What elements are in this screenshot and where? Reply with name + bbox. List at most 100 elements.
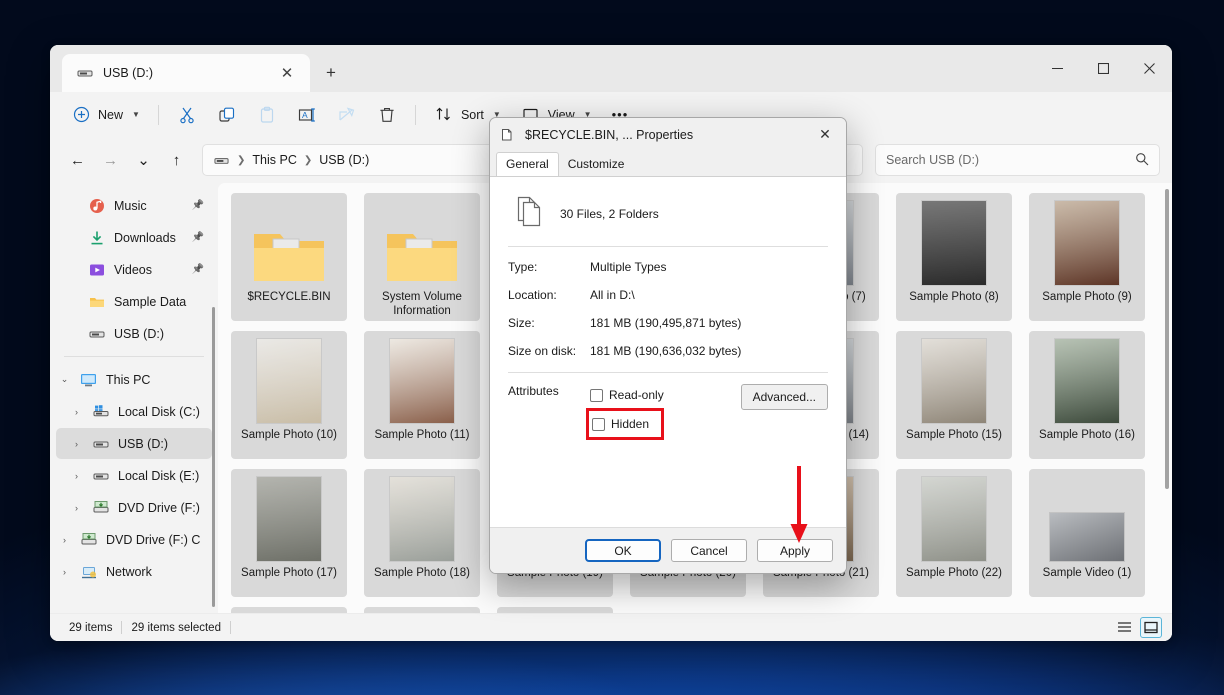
expand-arrow-icon[interactable]: › [58, 535, 71, 545]
hidden-label: Hidden [611, 417, 650, 431]
thumbnail-view-icon[interactable] [1140, 617, 1162, 638]
breadcrumb-this-pc[interactable]: This PC [252, 153, 296, 167]
expand-arrow-icon[interactable]: › [70, 407, 83, 417]
sidebar-item-dvd-drive-f[interactable]: › DVD Drive (F:) [56, 492, 212, 523]
sidebar-item-music[interactable]: Music 📌 [56, 190, 212, 221]
forward-button[interactable]: → [95, 145, 126, 176]
new-tab-icon[interactable]: + [318, 60, 344, 86]
up-button[interactable]: ↑ [161, 145, 192, 176]
sidebar-item-downloads[interactable]: Downloads 📌 [56, 222, 212, 253]
search-placeholder: Search USB (D:) [886, 153, 980, 167]
readonly-checkbox[interactable] [590, 388, 603, 402]
readonly-checkbox-row[interactable]: Read-only [590, 384, 664, 406]
close-tab-icon[interactable]: ✕ [274, 60, 300, 86]
breadcrumb-usb-d[interactable]: USB (D:) [319, 153, 369, 167]
photo-thumbnail [1054, 200, 1120, 286]
expand-arrow-icon[interactable]: › [58, 567, 71, 577]
minimize-icon[interactable] [1034, 45, 1080, 92]
file-item[interactable]: Sample Photo (22) [896, 469, 1012, 597]
file-item[interactable]: Sample Video (7) [497, 607, 613, 613]
sidebar-item-local-disk-e[interactable]: › Local Disk (E:) [56, 460, 212, 491]
sidebar-item-usb-d[interactable]: USB (D:) [56, 318, 212, 349]
file-thumbnail [250, 198, 328, 286]
delete-button[interactable] [368, 99, 406, 131]
paste-button[interactable] [248, 99, 286, 131]
file-name-label: Sample Photo (18) [374, 567, 470, 579]
content-scrollbar[interactable] [1165, 189, 1169, 489]
file-item[interactable]: Sample Photo (9) [1029, 193, 1145, 321]
advanced-button[interactable]: Advanced... [740, 384, 828, 410]
dialog-tabs: General Customize [490, 151, 846, 177]
file-item[interactable]: Sample Video (1) [1029, 469, 1145, 597]
copy-button[interactable] [208, 99, 246, 131]
file-thumbnail [250, 474, 328, 562]
sidebar-item-videos[interactable]: Videos 📌 [56, 254, 212, 285]
sidebar-item-sample-data[interactable]: Sample Data [56, 286, 212, 317]
expand-arrow-icon[interactable]: ⌄ [58, 374, 71, 385]
tab-usb-d[interactable]: USB (D:) ✕ [62, 54, 310, 92]
sidebar-item-local-disk-c[interactable]: › Local Disk (C:) [56, 396, 212, 427]
pin-icon[interactable]: 📌 [192, 200, 204, 211]
cancel-button[interactable]: Cancel [671, 539, 747, 562]
breadcrumb-separator: ❯ [237, 154, 246, 166]
type-label: Type: [508, 260, 538, 274]
pin-icon[interactable]: 📌 [192, 264, 204, 275]
multiple-files-large-icon [516, 195, 544, 232]
quick-access-list: Music 📌 Downloads 📌 Videos 📌 Sample Data USB (D… [54, 190, 218, 349]
expand-arrow-icon[interactable]: › [70, 471, 83, 481]
file-name-label: Sample Photo (16) [1039, 429, 1135, 441]
file-item[interactable]: Sample Photo (17) [231, 469, 347, 597]
maximize-icon[interactable] [1080, 45, 1126, 92]
photo-thumbnail [921, 338, 987, 424]
toolbar-divider [157, 104, 159, 125]
usb-drive-icon [213, 152, 230, 169]
hidden-checkbox-row[interactable]: Hidden [592, 413, 649, 435]
search-input[interactable]: Search USB (D:) [875, 144, 1160, 176]
back-button[interactable]: ← [62, 145, 93, 176]
recent-locations-button[interactable]: ⌄ [128, 145, 159, 176]
sidebar-item-label: Sample Data [114, 294, 187, 309]
file-thumbnail [383, 474, 461, 562]
file-item[interactable]: Sample Video (6) [364, 607, 480, 613]
details-view-icon[interactable] [1113, 617, 1135, 638]
expand-arrow-icon[interactable]: › [70, 439, 83, 449]
close-window-icon[interactable] [1126, 45, 1172, 92]
file-item[interactable]: Sample Photo (10) [231, 331, 347, 459]
hidden-checkbox[interactable] [592, 417, 605, 431]
sidebar-item-label: This PC [106, 372, 151, 387]
file-item[interactable]: Sample Photo (8) [896, 193, 1012, 321]
sidebar-divider [64, 356, 204, 357]
file-item[interactable]: Sample Photo (15) [896, 331, 1012, 459]
file-item[interactable]: Sample Video (5) [231, 607, 347, 613]
sidebar-item-this-pc[interactable]: ⌄ This PC [56, 364, 212, 395]
sidebar-item-dvd-drive-f-c[interactable]: › DVD Drive (F:) C [56, 524, 212, 555]
dialog-close-icon[interactable]: ✕ [810, 122, 840, 148]
network-icon [80, 563, 97, 580]
file-item[interactable]: Sample Photo (18) [364, 469, 480, 597]
file-item[interactable]: Sample Photo (16) [1029, 331, 1145, 459]
rename-button[interactable]: A [288, 99, 326, 131]
file-item[interactable]: System Volume Information [364, 193, 480, 321]
sidebar-item-network[interactable]: › Network [56, 556, 212, 587]
ok-button[interactable]: OK [585, 539, 661, 562]
new-button[interactable]: New ▼ [62, 99, 149, 131]
file-name-label: Sample Video (1) [1042, 567, 1132, 579]
expand-arrow-icon[interactable]: › [70, 503, 83, 513]
multiple-files-icon [500, 126, 517, 143]
file-name-label: Sample Photo (8) [909, 291, 999, 303]
tab-customize[interactable]: Customize [559, 153, 634, 176]
music-icon [88, 197, 105, 214]
window-controls [1034, 45, 1172, 92]
share-button[interactable] [328, 99, 366, 131]
file-item[interactable]: Sample Photo (11) [364, 331, 480, 459]
sidebar-item-usb-d[interactable]: › USB (D:) [56, 428, 212, 459]
apply-button[interactable]: Apply [757, 539, 833, 562]
photo-thumbnail [256, 476, 322, 562]
file-item[interactable]: $RECYCLE.BIN [231, 193, 347, 321]
this-pc-tree: ⌄ This PC › Local Disk (C:) › USB (D:) › Local … [54, 364, 218, 587]
pin-icon[interactable]: 📌 [192, 232, 204, 243]
cut-button[interactable] [168, 99, 206, 131]
tab-general[interactable]: General [496, 152, 559, 177]
file-thumbnail [383, 198, 461, 286]
sidebar-scrollbar[interactable] [212, 307, 215, 607]
